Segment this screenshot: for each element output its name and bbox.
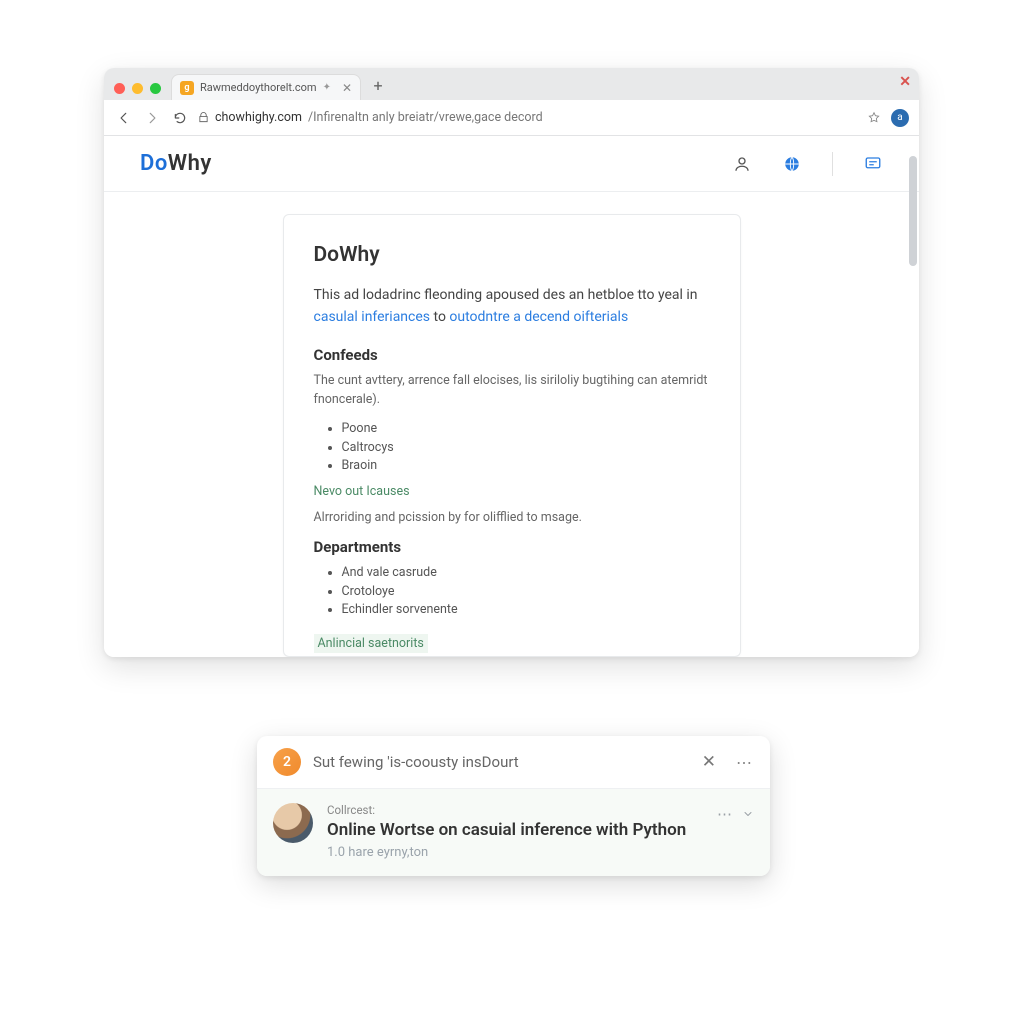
article-title: DoWhy (314, 243, 710, 267)
list-item: And vale casrude (342, 564, 710, 583)
popup-header-text: Sut fewing 'is-coousty insDourt (313, 753, 690, 771)
suggestion-popup: 2 Sut fewing 'is-coousty insDourt ✕ ⋯ Co… (257, 736, 770, 876)
note-link[interactable]: Nevo out Icauses (314, 484, 710, 499)
intro-mid: to (430, 309, 449, 325)
chevron-down-icon[interactable] (742, 808, 754, 820)
content-area: DoWhy This ad lodadrinc fleonding apouse… (104, 192, 919, 657)
popup-subtitle: 1.0 hare eyrny,ton (327, 845, 703, 860)
scrollbar-thumb[interactable] (909, 156, 917, 266)
lock-icon (198, 112, 209, 123)
globe-icon[interactable] (782, 154, 802, 174)
section2-list: And vale casrude Crotoloye Echindler sor… (314, 564, 710, 620)
pin-icon: ✦ (323, 82, 331, 93)
site-logo[interactable]: DoWhy (140, 151, 212, 176)
highlight-row: Anlincial saetnorits (314, 628, 710, 657)
popup-more-icon[interactable]: ⋯ (736, 753, 754, 772)
list-item: Poone (342, 420, 710, 439)
tab-title: Rawmeddoythorelt.com (200, 81, 317, 94)
section1-para: The cunt avttery, arrence fall elocises,… (314, 372, 710, 410)
browser-window: g Rawmeddoythorelt.com ✦ ✕ + ✕ chowhighy… (104, 68, 919, 657)
share-icon[interactable] (867, 111, 881, 125)
section1-para2: Alrroriding and pcission by for olifflie… (314, 509, 710, 528)
window-close-x-icon[interactable]: ✕ (899, 74, 911, 90)
nav-reload-button[interactable] (170, 108, 190, 128)
vertical-scrollbar[interactable] (909, 156, 917, 651)
favicon-icon: g (180, 81, 194, 95)
nav-back-button[interactable] (114, 108, 134, 128)
article-card: DoWhy This ad lodadrinc fleonding apouse… (283, 214, 741, 657)
logo-part-do: Do (140, 151, 168, 176)
popup-body[interactable]: Collrcest: Online Wortse on casuial infe… (257, 789, 770, 876)
site-header: DoWhy (104, 136, 919, 192)
header-actions (732, 152, 883, 176)
address-right: a (867, 109, 909, 127)
window-controls (114, 83, 161, 100)
window-minimize-mac[interactable] (132, 83, 143, 94)
avatar (273, 803, 313, 843)
popup-badge: 2 (273, 748, 301, 776)
popup-title: Online Wortse on casuial inference with … (327, 819, 703, 841)
list-item: Braoin (342, 457, 710, 476)
profile-avatar[interactable]: a (891, 109, 909, 127)
popup-body-main: Collrcest: Online Wortse on casuial infe… (327, 803, 703, 860)
popup-header: 2 Sut fewing 'is-coousty insDourt ✕ ⋯ (257, 736, 770, 789)
url-path: /Infirenaltn anly breiatr/vrewe,gace dec… (308, 110, 543, 125)
browser-tab[interactable]: g Rawmeddoythorelt.com ✦ ✕ (171, 74, 361, 100)
intro-link-1[interactable]: casulal inferiances (314, 309, 431, 325)
section-heading-departments: Departments (314, 538, 710, 556)
arrow-right-icon (145, 111, 159, 125)
page-viewport: DoWhy DoWhy This ad lodadrinc fleondin (104, 136, 919, 657)
url-host: chowhighy.com (215, 110, 302, 125)
address-bar: chowhighy.com/Infirenaltn anly breiatr/v… (104, 100, 919, 136)
list-item: Crotoloye (342, 583, 710, 602)
intro-text: This ad lodadrinc fleonding apoused des … (314, 287, 698, 303)
list-item: Echindler sorvenente (342, 601, 710, 620)
popup-actions: ⋯ (717, 803, 754, 823)
reload-icon (173, 111, 187, 125)
chat-icon[interactable] (863, 154, 883, 174)
url-display[interactable]: chowhighy.com/Infirenaltn anly breiatr/v… (198, 110, 859, 125)
popup-eyebrow: Collrcest: (327, 803, 703, 817)
highlight-text[interactable]: Anlincial saetnorits (314, 634, 428, 653)
kebab-icon[interactable]: ⋯ (717, 805, 734, 823)
popup-close-icon[interactable]: ✕ (702, 752, 716, 772)
tab-strip: g Rawmeddoythorelt.com ✦ ✕ + ✕ (104, 68, 919, 100)
section1-list: Poone Caltrocys Braoin (314, 420, 710, 476)
logo-part-why: Why (168, 151, 212, 176)
window-close-mac[interactable] (114, 83, 125, 94)
list-item: Caltrocys (342, 439, 710, 458)
article-intro: This ad lodadrinc fleonding apoused des … (314, 285, 710, 328)
intro-link-2[interactable]: outodntre a decend oifterials (449, 309, 628, 325)
user-icon[interactable] (732, 154, 752, 174)
window-zoom-mac[interactable] (150, 83, 161, 94)
nav-forward-button[interactable] (142, 108, 162, 128)
section-heading-confeeds: Confeeds (314, 346, 710, 364)
tab-close-icon[interactable]: ✕ (342, 81, 352, 95)
new-tab-button[interactable]: + (367, 74, 389, 96)
header-divider (832, 152, 833, 176)
arrow-left-icon (117, 111, 131, 125)
